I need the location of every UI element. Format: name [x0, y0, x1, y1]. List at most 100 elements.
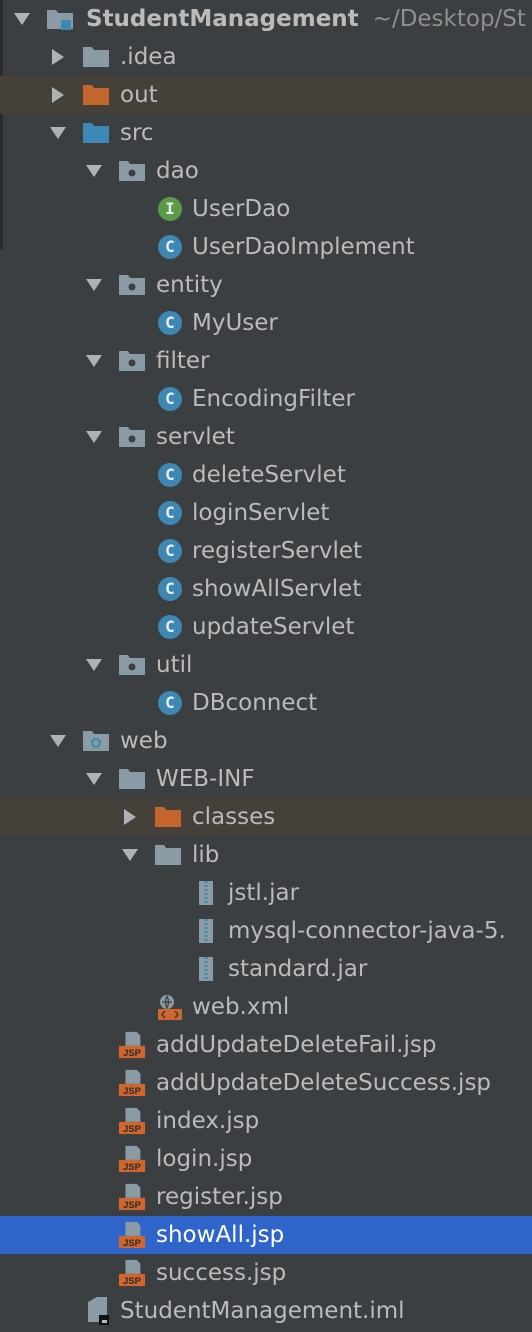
- tree-item-label: dao: [156, 158, 199, 184]
- collapsed-arrow-icon[interactable]: [46, 83, 70, 107]
- package-icon: [118, 271, 146, 299]
- excluded-folder-icon: [154, 803, 182, 831]
- project-module-icon: [46, 5, 74, 33]
- expanded-arrow-icon[interactable]: [82, 349, 106, 373]
- project-tree-panel: StudentManagement ~/Desktop/St .idea out …: [0, 0, 532, 1332]
- tree-row-userdaoimplement[interactable]: C UserDaoImplement: [0, 228, 532, 266]
- tree-row-lib[interactable]: lib: [0, 836, 532, 874]
- expanded-arrow-icon[interactable]: [118, 843, 142, 867]
- source-folder-icon: [82, 119, 110, 147]
- class-icon: C: [156, 613, 184, 641]
- tree-row-deleteservlet[interactable]: C deleteServlet: [0, 456, 532, 494]
- jar-archive-icon: [192, 879, 220, 907]
- svg-text:JSP: JSP: [123, 1276, 141, 1286]
- tree-item-label: classes: [192, 804, 276, 830]
- tree-row-servlet[interactable]: servlet: [0, 418, 532, 456]
- tree-item-label: out: [120, 82, 158, 108]
- tree-row-module-iml[interactable]: StudentManagement.iml: [0, 1292, 532, 1330]
- tree-row-showall-jsp[interactable]: JSP showAll.jsp: [0, 1216, 532, 1254]
- tree-item-label: registerServlet: [192, 538, 363, 564]
- jar-archive-icon: [192, 955, 220, 983]
- tree-item-label: entity: [156, 272, 223, 298]
- tree-row-filter[interactable]: filter: [0, 342, 532, 380]
- tree-item-label: showAll.jsp: [156, 1222, 285, 1248]
- expanded-arrow-icon[interactable]: [82, 159, 106, 183]
- package-icon: [118, 651, 146, 679]
- project-path: ~/Desktop/St: [372, 6, 526, 32]
- tree-item-label: addUpdateDeleteFail.jsp: [156, 1032, 437, 1058]
- package-icon: [118, 423, 146, 451]
- tree-row-dao[interactable]: dao: [0, 152, 532, 190]
- jsp-file-icon: JSP: [118, 1145, 146, 1173]
- class-icon: C: [156, 461, 184, 489]
- tree-row-project-root[interactable]: StudentManagement ~/Desktop/St: [0, 0, 532, 38]
- tree-item-label: addUpdateDeleteSuccess.jsp: [156, 1070, 492, 1096]
- tree-row-standard-jar[interactable]: standard.jar: [0, 950, 532, 988]
- tree-row-entity[interactable]: entity: [0, 266, 532, 304]
- collapsed-arrow-icon[interactable]: [46, 45, 70, 69]
- tree-item-label: .idea: [120, 44, 177, 70]
- tree-row-addupdatedeletesuccess-jsp[interactable]: JSP addUpdateDeleteSuccess.jsp: [0, 1064, 532, 1102]
- tree-row-login-jsp[interactable]: JSP login.jsp: [0, 1140, 532, 1178]
- tree-row-myuser[interactable]: C MyUser: [0, 304, 532, 342]
- jar-archive-icon: [192, 917, 220, 945]
- expanded-arrow-icon[interactable]: [46, 121, 70, 145]
- collapsed-arrow-icon[interactable]: [118, 805, 142, 829]
- expanded-arrow-icon[interactable]: [46, 729, 70, 753]
- tree-row-updateservlet[interactable]: C updateServlet: [0, 608, 532, 646]
- module-file-icon: [84, 1297, 112, 1325]
- tree-row-web-xml[interactable]: web.xml: [0, 988, 532, 1026]
- class-icon: C: [156, 385, 184, 413]
- tree-item-label: mysql-connector-java-5.: [228, 918, 506, 944]
- tree-row-out[interactable]: out: [0, 76, 532, 114]
- tree-item-label: web.xml: [192, 994, 290, 1020]
- tree-row-showallservlet[interactable]: C showAllServlet: [0, 570, 532, 608]
- tree-item-label: MyUser: [192, 310, 278, 336]
- expanded-arrow-icon[interactable]: [82, 767, 106, 791]
- tree-item-label: jstl.jar: [228, 880, 300, 906]
- tree-row-loginservlet[interactable]: C loginServlet: [0, 494, 532, 532]
- class-icon: C: [156, 233, 184, 261]
- expanded-arrow-icon[interactable]: [82, 273, 106, 297]
- tree-row-idea[interactable]: .idea: [0, 38, 532, 76]
- tree-row-index-jsp[interactable]: JSP index.jsp: [0, 1102, 532, 1140]
- interface-icon: I: [156, 195, 184, 223]
- folder-icon: [154, 841, 182, 869]
- tree-item-label: deleteServlet: [192, 462, 346, 488]
- class-icon: C: [156, 309, 184, 337]
- tree-row-util[interactable]: util: [0, 646, 532, 684]
- tree-row-web[interactable]: web: [0, 722, 532, 760]
- tree-item-label: index.jsp: [156, 1108, 260, 1134]
- tree-row-register-jsp[interactable]: JSP register.jsp: [0, 1178, 532, 1216]
- tree-row-registerservlet[interactable]: C registerServlet: [0, 532, 532, 570]
- tree-item-label: web: [120, 728, 168, 754]
- jsp-file-icon: JSP: [118, 1183, 146, 1211]
- tree-row-classes[interactable]: classes: [0, 798, 532, 836]
- jsp-file-icon: JSP: [118, 1221, 146, 1249]
- tree-item-label: loginServlet: [192, 500, 330, 526]
- tree-row-userdao[interactable]: I UserDao: [0, 190, 532, 228]
- expanded-arrow-icon[interactable]: [82, 425, 106, 449]
- svg-text:JSP: JSP: [123, 1162, 141, 1172]
- tree-row-encodingfilter[interactable]: C EncodingFilter: [0, 380, 532, 418]
- tree-item-label: filter: [156, 348, 210, 374]
- tree-row-success-jsp[interactable]: JSP success.jsp: [0, 1254, 532, 1292]
- jsp-file-icon: JSP: [118, 1107, 146, 1135]
- tree-row-dbconnect[interactable]: C DBconnect: [0, 684, 532, 722]
- tree-item-label: servlet: [156, 424, 235, 450]
- tree-row-mysql-connector-jar[interactable]: mysql-connector-java-5.: [0, 912, 532, 950]
- tree-item-label: EncodingFilter: [192, 386, 355, 412]
- tree-item-label: login.jsp: [156, 1146, 253, 1172]
- tree-item-label: updateServlet: [192, 614, 355, 640]
- tree-row-web-inf[interactable]: WEB-INF: [0, 760, 532, 798]
- tree-row-addupdatedeletefail-jsp[interactable]: JSP addUpdateDeleteFail.jsp: [0, 1026, 532, 1064]
- class-icon: C: [156, 537, 184, 565]
- expanded-arrow-icon[interactable]: [10, 7, 34, 31]
- tree-row-src[interactable]: src: [0, 114, 532, 152]
- tree-item-label: standard.jar: [228, 956, 368, 982]
- web-folder-icon: [82, 727, 110, 755]
- expanded-arrow-icon[interactable]: [82, 653, 106, 677]
- class-icon: C: [156, 689, 184, 717]
- tree-row-jstl-jar[interactable]: jstl.jar: [0, 874, 532, 912]
- class-icon: C: [156, 499, 184, 527]
